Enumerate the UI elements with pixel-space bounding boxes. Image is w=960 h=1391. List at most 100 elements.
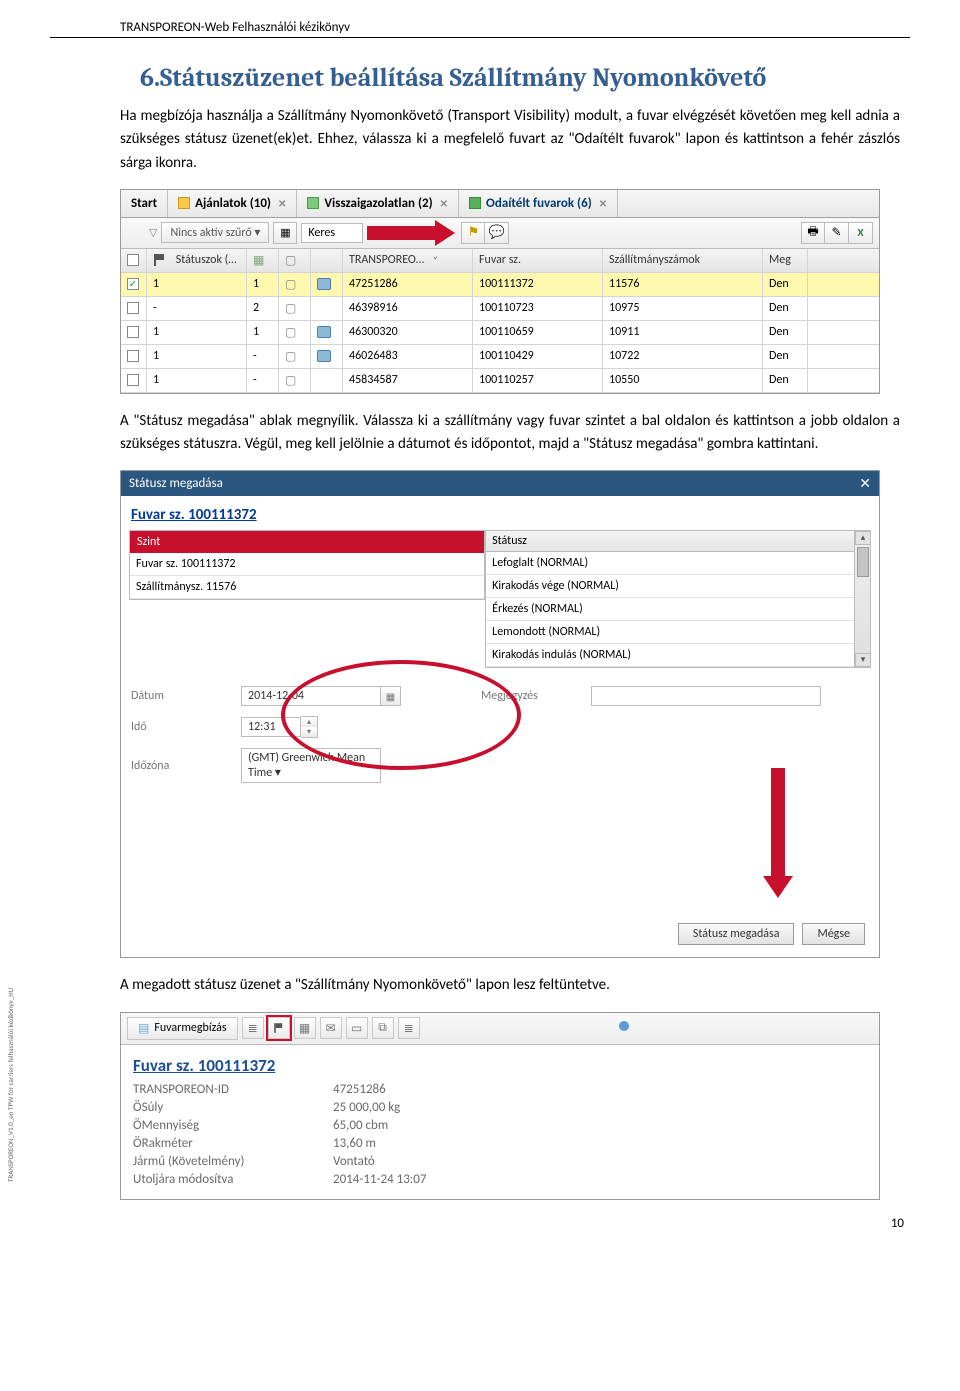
cell-fuvar: 100110257 — [473, 369, 603, 392]
search-input[interactable]: Keres — [301, 223, 363, 243]
cell-meg: Den — [763, 297, 808, 320]
detail-value: 13,60 m — [333, 1136, 593, 1151]
detail-heading[interactable]: Fuvar sz. 100111372 — [121, 1045, 879, 1082]
detail-grid: TRANSPOREON-ID47251286ÖSúly25 000,00 kgÖ… — [121, 1082, 879, 1199]
detail-key: ÖRakméter — [133, 1136, 333, 1151]
cell-fuvar: 100110723 — [473, 297, 603, 320]
col-fuvar: Fuvar sz. — [473, 249, 603, 272]
scroll-up-icon[interactable]: ▴ — [855, 531, 871, 545]
flag-view-icon[interactable] — [268, 1017, 290, 1039]
mail-icon[interactable]: ✉ — [320, 1017, 342, 1039]
view-tab-fuvarmegbizas[interactable]: ▤ Fuvarmegbízás — [127, 1017, 238, 1040]
filter-dropdown[interactable]: Nincs aktív szűrő ▾ — [161, 222, 269, 243]
status-row[interactable]: Kirakodás indulás (NORMAL) — [486, 644, 870, 667]
list-icon[interactable]: ≣ — [242, 1017, 264, 1039]
chat-icon[interactable]: 💬 — [485, 222, 509, 244]
cell-c2: 1 — [247, 273, 279, 296]
paragraph-3: A megadott státusz üzenet a "Szállítmány… — [50, 974, 910, 997]
tz-select[interactable]: (GMT) Greenwich Mean Time ▾ — [241, 748, 381, 783]
cell-meg: Den — [763, 321, 808, 344]
col-transporeon: TRANSPOREO… — [349, 253, 424, 267]
dialog-close-icon[interactable]: ✕ — [859, 475, 871, 492]
grid-small-icon: ▢ — [285, 253, 296, 268]
screenshot-tabs-grid: Start Ajánlatok (10) ✕ Visszaigazolatlan… — [120, 189, 880, 394]
col-meg: Meg — [763, 249, 808, 272]
cell-print — [311, 321, 343, 344]
print-icon[interactable]: 🖶 — [801, 222, 825, 244]
stack-icon[interactable]: ≣ — [398, 1017, 420, 1039]
view-tab-label: Fuvarmegbízás — [154, 1021, 226, 1035]
flag-yellow-icon[interactable]: ⚑ — [461, 222, 485, 244]
cell-meg: Den — [763, 273, 808, 296]
cell-icon: ▢ — [279, 297, 311, 320]
szint-row[interactable]: Szállítmánysz. 11576 — [130, 576, 484, 599]
calendar-icon[interactable]: ▦ — [381, 686, 401, 706]
detail-key: TRANSPOREON-ID — [133, 1082, 333, 1097]
status-row[interactable]: Érkezés (NORMAL) — [486, 598, 870, 621]
szint-header: Szint — [130, 531, 484, 553]
section-heading: 6.Státuszüzenet beállítása Szállítmány N… — [50, 63, 910, 93]
table-row[interactable]: -2▢4639891610011072310975Den — [121, 297, 879, 321]
cell-status: 1 — [147, 273, 247, 296]
excel-icon[interactable]: X — [849, 222, 873, 244]
submit-status-button[interactable]: Státusz megadása — [678, 923, 795, 945]
assigned-icon — [469, 197, 481, 209]
tz-label: Időzóna — [131, 759, 241, 773]
row-checkbox[interactable] — [127, 302, 139, 314]
close-icon[interactable]: ✕ — [599, 197, 607, 210]
status-row[interactable]: Lefoglalt (NORMAL) — [486, 552, 870, 575]
cell-szallit: 10722 — [603, 345, 763, 368]
row-checkbox[interactable] — [127, 374, 139, 386]
date-input[interactable]: 2014-12-04 — [241, 686, 381, 706]
filter-label: Nincs aktív szűrő ▾ — [170, 225, 260, 240]
grid-view-icon[interactable]: ▦ — [294, 1017, 316, 1039]
tab-ajanlatok[interactable]: Ajánlatok (10) ✕ — [168, 190, 297, 217]
col-status: Státuszok (… — [176, 253, 237, 267]
status-header: Státusz — [486, 531, 870, 552]
tz-value: (GMT) Greenwich Mean Time — [248, 751, 365, 780]
time-input[interactable]: 12:31 — [241, 717, 301, 737]
tab-visszaigazolatlan[interactable]: Visszaigazolatlan (2) ✕ — [297, 190, 459, 217]
comment-input[interactable] — [591, 686, 821, 706]
time-spinner[interactable]: ▴▾ — [301, 716, 318, 738]
col-szallit: Szállítmányszámok — [603, 249, 763, 272]
cell-c2: - — [247, 369, 279, 392]
cell-status: - — [147, 297, 247, 320]
table-row[interactable]: 11▢4725128610011137211576Den — [121, 273, 879, 297]
row-checkbox[interactable] — [127, 350, 139, 362]
filter-icon: ▽ — [149, 226, 157, 239]
toolbar-action-icon[interactable]: ▦ — [273, 222, 297, 244]
scroll-thumb[interactable] — [857, 547, 869, 577]
status-row[interactable]: Lemondott (NORMAL) — [486, 621, 870, 644]
row-checkbox[interactable] — [127, 326, 139, 338]
unconfirmed-icon — [307, 197, 319, 209]
tab-odaitelt[interactable]: Odaítélt fuvarok (6) ✕ — [459, 190, 618, 217]
cell-status: 1 — [147, 321, 247, 344]
row-checkbox[interactable] — [127, 278, 139, 290]
tab-bar: Start Ajánlatok (10) ✕ Visszaigazolatlan… — [121, 190, 879, 218]
side-footer-text: TRANSPOREON_V1.0_en TPW for carriers fel… — [6, 987, 15, 1181]
tab-odaitelt-label: Odaítélt fuvarok (6) — [486, 196, 592, 211]
page-number: 10 — [50, 1210, 910, 1231]
status-row[interactable]: Kirakodás vége (NORMAL) — [486, 575, 870, 598]
edit-icon[interactable]: ✎ — [825, 222, 849, 244]
table-row[interactable]: 1-▢4602648310011042910722Den — [121, 345, 879, 369]
table-row[interactable]: 11▢4630032010011065910911Den — [121, 321, 879, 345]
cell-fuvar: 100110429 — [473, 345, 603, 368]
doc2-icon[interactable]: ▭ — [346, 1017, 368, 1039]
callout-arrow-right — [367, 222, 457, 244]
scrollbar[interactable]: ▴ ▾ — [854, 531, 870, 667]
szint-row[interactable]: Fuvar sz. 100111372 — [130, 553, 484, 576]
grid-header-row: Státuszok (… ▦ ▢ TRANSPOREO… ˅ Fuvar sz.… — [121, 249, 879, 273]
close-icon[interactable]: ✕ — [440, 197, 448, 210]
doc-icon: ▤ — [138, 1021, 149, 1036]
tab-ajanlatok-label: Ajánlatok (10) — [195, 196, 271, 211]
scroll-down-icon[interactable]: ▾ — [855, 653, 871, 667]
tab-start[interactable]: Start — [121, 190, 168, 217]
fuvar-link[interactable]: Fuvar sz. 100111372 — [121, 496, 879, 530]
copy-icon[interactable]: ⧉ — [372, 1017, 394, 1039]
table-row[interactable]: 1-▢4583458710011025710550Den — [121, 369, 879, 393]
cancel-button[interactable]: Mégse — [802, 923, 865, 945]
close-icon[interactable]: ✕ — [278, 197, 286, 210]
checkbox-all[interactable] — [127, 254, 139, 266]
